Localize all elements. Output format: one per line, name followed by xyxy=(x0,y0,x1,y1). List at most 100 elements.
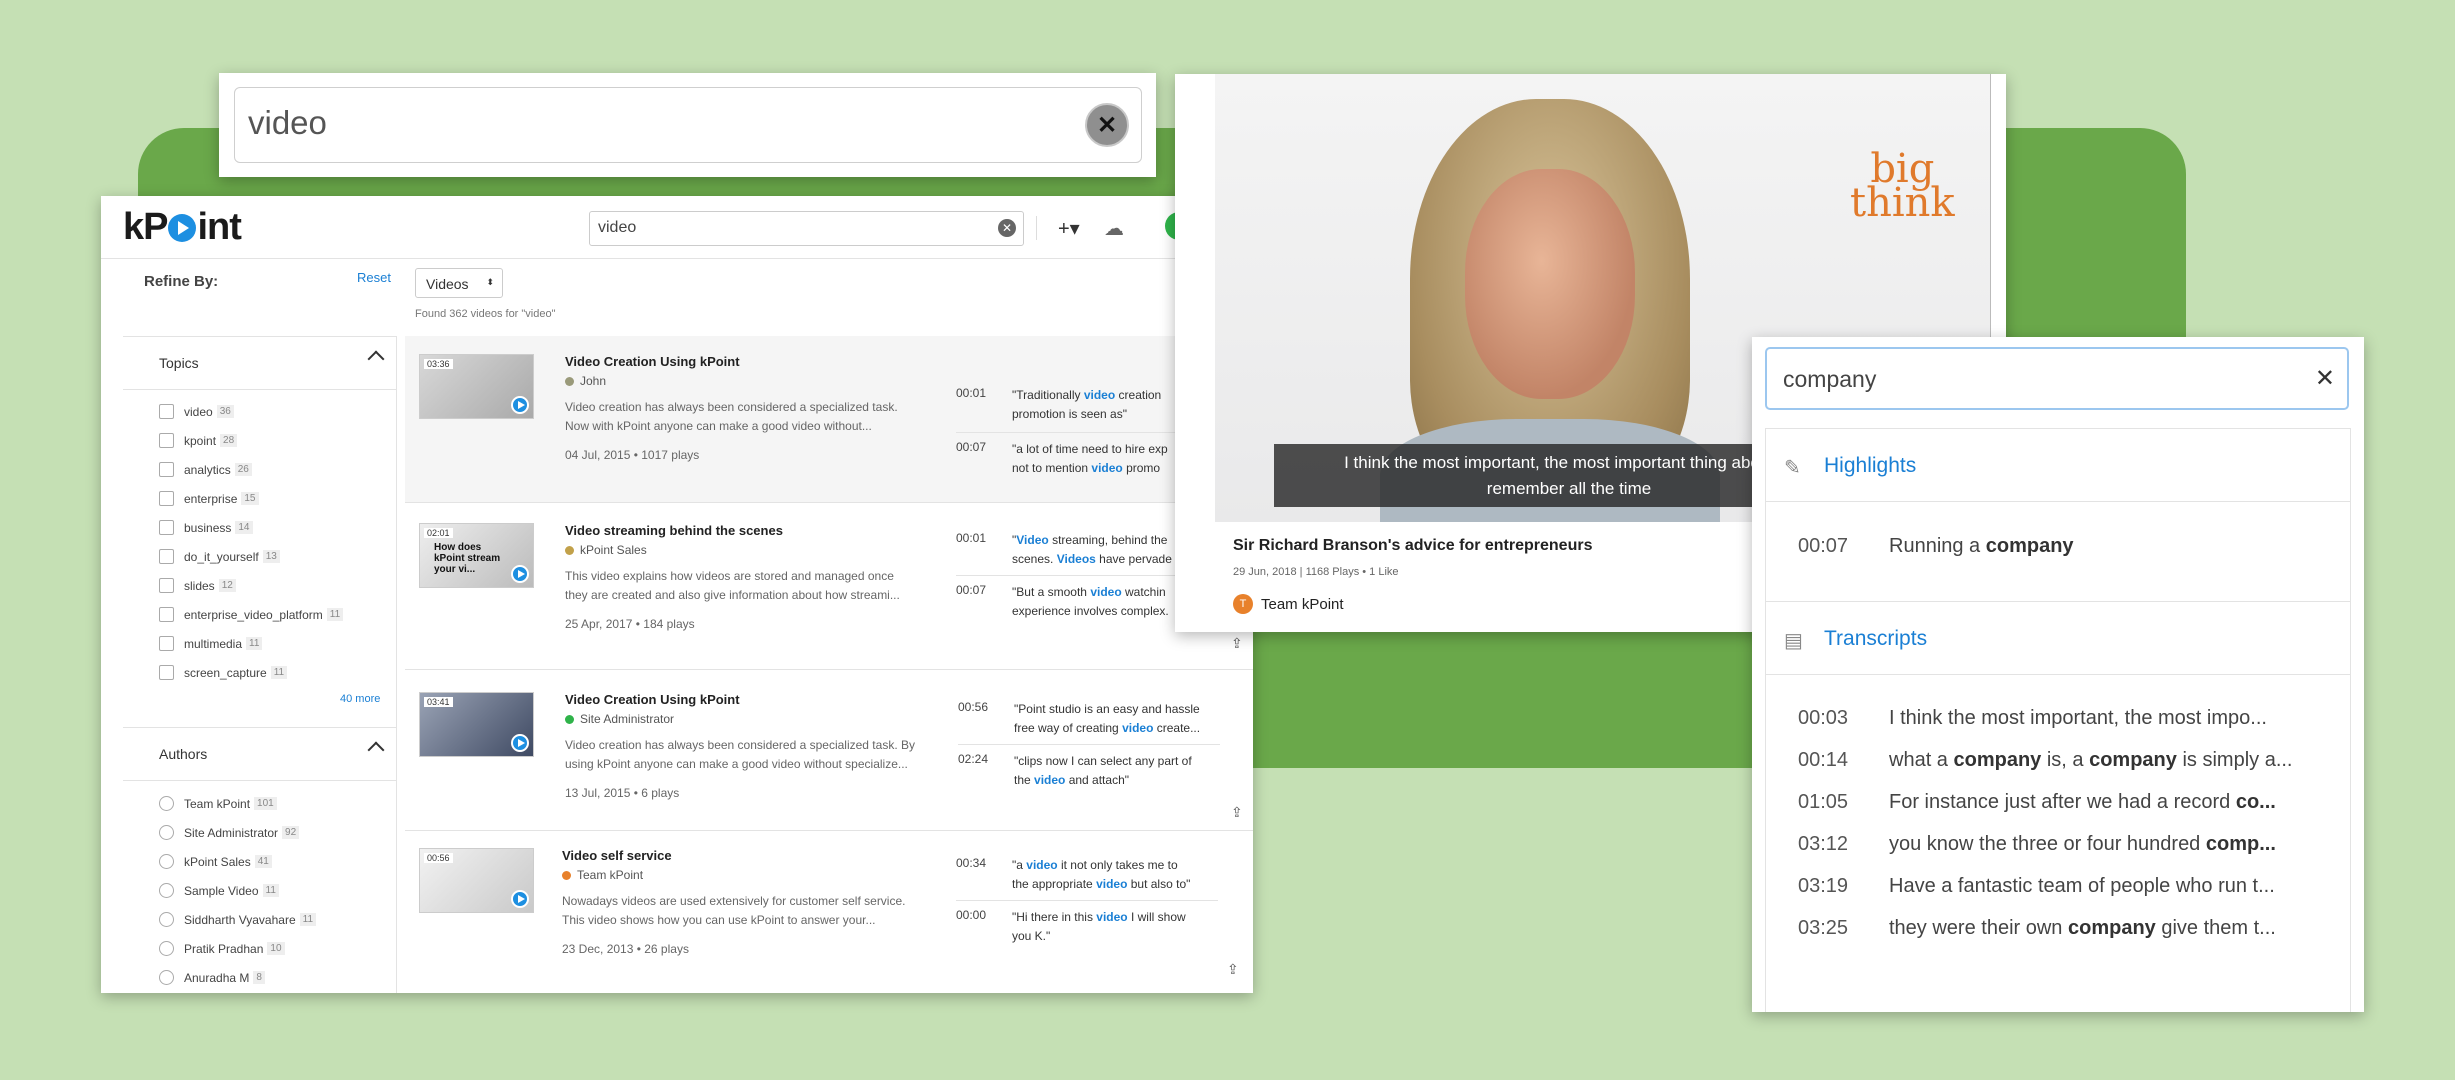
result-row[interactable]: 02:01 How does kPoint stream your vi... V… xyxy=(405,503,1253,670)
share-icon[interactable]: ⇪ xyxy=(1231,635,1243,652)
clear-search-icon[interactable]: ✕ xyxy=(1085,103,1129,147)
checkbox[interactable] xyxy=(159,433,174,448)
collapse-chevron-icon[interactable] xyxy=(367,350,385,368)
author-filter[interactable]: Team kPoint 101 xyxy=(159,796,277,811)
checkbox[interactable] xyxy=(159,665,174,680)
snippet-post: watchin xyxy=(1121,585,1166,599)
checkbox[interactable] xyxy=(159,549,174,564)
transcript-hit[interactable]: 00:03 I think the most important, the mos… xyxy=(1798,707,2319,730)
checkbox[interactable] xyxy=(159,636,174,651)
transcript-hit[interactable]: 01:05 For instance just after we had a re… xyxy=(1798,791,2319,814)
play-icon[interactable] xyxy=(511,565,529,583)
transcript-snippet[interactable]: 00:07 "But a smooth video watchin experien… xyxy=(956,583,1212,621)
radio[interactable] xyxy=(159,912,174,927)
collapse-chevron-icon[interactable] xyxy=(367,741,385,759)
checkbox[interactable] xyxy=(159,607,174,622)
video-thumbnail[interactable]: 03:36 xyxy=(419,354,534,419)
result-title[interactable]: Video streaming behind the scenes xyxy=(565,523,783,538)
topic-filter[interactable]: video 36 xyxy=(159,404,234,419)
snippet-pre: "a lot of time need to hire exp xyxy=(1012,442,1168,456)
radio[interactable] xyxy=(159,854,174,869)
topic-filter[interactable]: screen_capture 11 xyxy=(159,665,288,680)
video-title[interactable]: Sir Richard Branson's advice for entrepr… xyxy=(1233,537,1592,555)
authors-header[interactable]: Authors xyxy=(123,728,396,781)
video-thumbnail[interactable]: 00:56 xyxy=(419,848,534,913)
author-filter[interactable]: Siddharth Vyavahare 11 xyxy=(159,912,317,927)
author-filter[interactable]: kPoint Sales 41 xyxy=(159,854,272,869)
transcript-snippet[interactable]: 00:07 "a lot of time need to hire exp not … xyxy=(956,440,1212,478)
checkbox[interactable] xyxy=(159,404,174,419)
topic-filter[interactable]: kpoint 28 xyxy=(159,433,238,448)
search-input[interactable]: video ✕ xyxy=(589,211,1024,246)
video-thumbnail[interactable]: 02:01 How does kPoint stream your vi... xyxy=(419,523,534,588)
highlight-hit[interactable]: 00:07 Running a company xyxy=(1798,535,2319,558)
author-filter[interactable]: Sample Video 11 xyxy=(159,883,279,898)
zoomed-search-box[interactable]: video ✕ xyxy=(234,87,1142,163)
result-author[interactable]: Team kPoint xyxy=(562,868,643,882)
radio[interactable] xyxy=(159,970,174,985)
transcript-hit[interactable]: 03:19 Have a fantastic team of people who… xyxy=(1798,875,2319,898)
in-video-search-input[interactable]: company ✕ xyxy=(1765,347,2349,410)
play-icon[interactable] xyxy=(511,890,529,908)
author-filter[interactable]: Pratik Pradhan 10 xyxy=(159,941,285,956)
snippet-text: "clips now I can select any part of the v… xyxy=(1014,752,1214,790)
author-filter[interactable]: Site Administrator 92 xyxy=(159,825,300,840)
author-filter[interactable]: Anuradha M8 xyxy=(159,970,265,985)
kpoint-logo[interactable]: kP int xyxy=(123,206,242,249)
result-author[interactable]: John xyxy=(565,374,606,388)
checkbox[interactable] xyxy=(159,520,174,535)
topic-filter[interactable]: enterprise 15 xyxy=(159,491,259,506)
topic-filter[interactable]: enterprise_video_platform 11 xyxy=(159,607,344,622)
result-author[interactable]: Site Administrator xyxy=(565,712,674,726)
search-query[interactable]: company xyxy=(1783,366,1876,393)
play-icon[interactable] xyxy=(511,734,529,752)
transcript-snippet[interactable]: 02:24 "clips now I can select any part of… xyxy=(958,752,1214,790)
transcript-snippet[interactable]: 00:00 "Hi there in this video I will show… xyxy=(956,908,1212,946)
transcript-snippet[interactable]: 00:34 "a video it not only takes me to the… xyxy=(956,856,1212,894)
hit-highlight: company xyxy=(1985,535,2074,557)
transcript-hit[interactable]: 03:12 you know the three or four hundred … xyxy=(1798,833,2319,856)
topic-filter[interactable]: do_it_yourself 13 xyxy=(159,549,280,564)
close-icon[interactable]: ✕ xyxy=(2315,364,2335,393)
search-query[interactable]: video xyxy=(598,219,636,237)
play-icon[interactable] xyxy=(511,396,529,414)
topic-count: 11 xyxy=(246,637,263,650)
radio[interactable] xyxy=(159,883,174,898)
share-icon[interactable]: ⇪ xyxy=(1227,961,1239,978)
result-row[interactable]: 03:36 Video Creation Using kPoint John V… xyxy=(405,336,1253,503)
add-menu-icon[interactable]: +▾ xyxy=(1058,216,1080,241)
transcript-snippet[interactable]: 00:01 "Traditionally video creation promot… xyxy=(956,386,1212,424)
author-name: Team kPoint xyxy=(577,868,644,882)
transcript-snippet[interactable]: 00:56 "Point studio is an easy and hassle… xyxy=(958,700,1214,738)
result-author[interactable]: kPoint Sales xyxy=(565,543,647,557)
upload-cloud-icon[interactable]: ☁ xyxy=(1104,216,1124,241)
radio[interactable] xyxy=(159,941,174,956)
result-row[interactable]: 03:41 Video Creation Using kPoint Site A… xyxy=(405,670,1253,831)
radio[interactable] xyxy=(159,825,174,840)
share-icon[interactable]: ⇪ xyxy=(1231,804,1243,821)
highlighter-icon: ✎ xyxy=(1784,457,1801,479)
transcript-hit[interactable]: 00:14 what a company is, a company is sim… xyxy=(1798,749,2319,772)
more-topics-link[interactable]: 40 more xyxy=(340,693,380,705)
topic-filter[interactable]: business 14 xyxy=(159,520,253,535)
topic-filter[interactable]: analytics 26 xyxy=(159,462,252,477)
result-row[interactable]: 00:56 Video self service Team kPoint Now… xyxy=(405,831,1253,993)
radio[interactable] xyxy=(159,796,174,811)
reset-link[interactable]: Reset xyxy=(357,270,391,285)
transcript-snippet[interactable]: 00:01 "Video streaming, behind the scenes.… xyxy=(956,531,1212,569)
content-type-select[interactable]: Videos ⬍ xyxy=(415,268,503,298)
topic-filter[interactable]: slides 12 xyxy=(159,578,236,593)
video-author[interactable]: T Team kPoint xyxy=(1233,594,1344,614)
clear-search-icon[interactable]: ✕ xyxy=(998,219,1016,237)
video-thumbnail[interactable]: 03:41 xyxy=(419,692,534,757)
topics-header[interactable]: Topics xyxy=(123,337,396,390)
zoomed-search-query[interactable]: video xyxy=(248,104,327,142)
checkbox[interactable] xyxy=(159,462,174,477)
checkbox[interactable] xyxy=(159,578,174,593)
result-title[interactable]: Video Creation Using kPoint xyxy=(565,692,740,707)
topic-filter[interactable]: multimedia 11 xyxy=(159,636,263,651)
result-title[interactable]: Video self service xyxy=(562,848,672,863)
result-title[interactable]: Video Creation Using kPoint xyxy=(565,354,740,369)
transcript-hit[interactable]: 03:25 they were their own company give th… xyxy=(1798,917,2319,940)
checkbox[interactable] xyxy=(159,491,174,506)
